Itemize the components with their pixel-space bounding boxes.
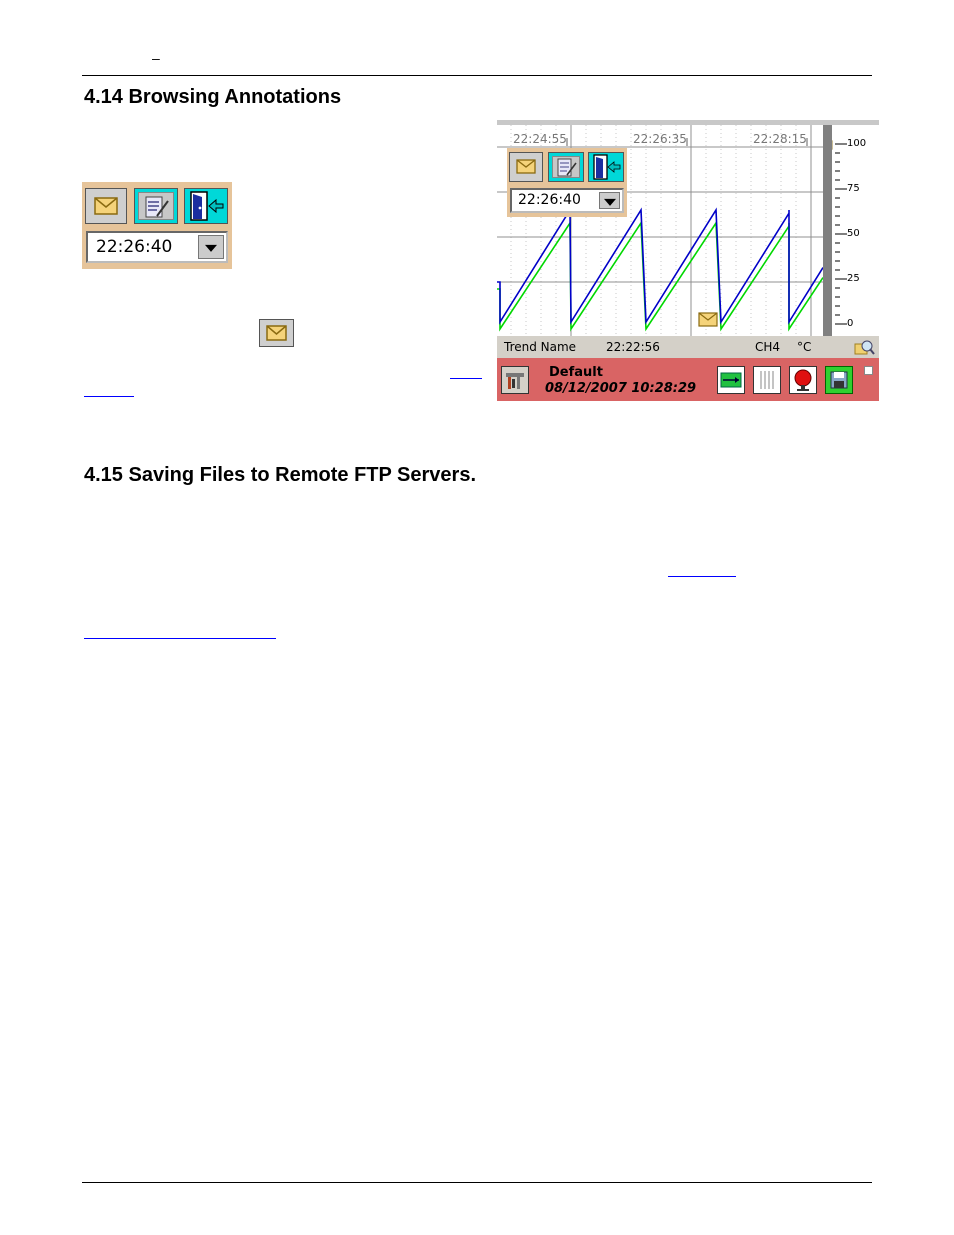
zoom-icon[interactable]	[854, 338, 876, 356]
screen-name: Default	[549, 365, 603, 380]
scale-label: 75	[847, 183, 860, 194]
link-underline[interactable]	[450, 378, 482, 379]
grid-view-icon	[760, 371, 774, 389]
chevron-down-icon[interactable]	[198, 235, 224, 259]
chevron-down-icon[interactable]	[599, 192, 620, 209]
chart-view-button[interactable]	[753, 366, 781, 394]
floppy-disk-icon	[830, 371, 848, 389]
link-underline[interactable]	[84, 396, 134, 397]
process-button[interactable]	[717, 366, 745, 394]
recorder-screen: 22:24:55 22:26:35 22:28:15 100 75 50 25 …	[497, 120, 879, 401]
trend-name-label: Trend Name	[504, 340, 577, 354]
annotation-time-dropdown[interactable]: 22:26:40	[510, 188, 624, 213]
save-button[interactable]	[825, 366, 853, 394]
recorder-annotation-toolbar: 22:26:40	[507, 148, 627, 217]
edit-note-icon	[145, 196, 169, 218]
scale-bar	[823, 125, 832, 336]
trend-status-bar: Trend Name 22:22:56 CH4 °C	[497, 336, 879, 358]
footer-rule	[82, 1182, 872, 1183]
annotation-envelope-button[interactable]	[509, 152, 543, 182]
section-4-14-heading: 4.14 Browsing Annotations	[84, 86, 342, 108]
annotation-time-value: 22:26:40	[96, 237, 173, 257]
tools-button[interactable]	[501, 366, 529, 394]
series-blue	[497, 207, 824, 325]
annotation-time-dropdown[interactable]: 22:26:40	[86, 231, 228, 263]
annotation-marker-icon[interactable]	[698, 312, 718, 327]
time-tick-label: 22:28:15	[753, 132, 807, 146]
scale-label: 100	[847, 138, 867, 149]
annotation-time-value: 22:26:40	[518, 192, 581, 208]
envelope-icon	[516, 159, 536, 174]
section-4-15-heading: 4.15 Saving Files to Remote FTP Servers.	[84, 464, 477, 486]
link-underline[interactable]	[84, 638, 276, 639]
link-underline[interactable]	[668, 576, 736, 577]
header-mark: –	[152, 50, 160, 66]
trend-time-label: 22:22:56	[606, 340, 660, 354]
time-tick-label: 22:26:35	[633, 132, 687, 146]
corner-indicator	[864, 366, 873, 375]
recorder-bottom-bar: Default 08/12/2007 10:28:29	[497, 358, 879, 401]
scale-label: 0	[847, 318, 854, 329]
process-icon	[720, 372, 742, 388]
channel-label: CH4	[755, 340, 781, 354]
exit-door-icon	[593, 154, 621, 180]
time-tick-label: 22:24:55	[513, 132, 567, 146]
annotation-exit-button[interactable]	[184, 188, 228, 224]
scale-label: 25	[847, 273, 860, 284]
header-rule	[82, 75, 872, 76]
inline-envelope-icon	[259, 319, 294, 347]
tools-icon	[506, 373, 524, 389]
scale-label: 50	[847, 228, 860, 239]
screen-datetime: 08/12/2007 10:28:29	[545, 381, 697, 396]
unit-label: °C	[797, 340, 812, 354]
annotation-toolbar: 22:26:40	[82, 182, 232, 269]
annotation-envelope-button[interactable]	[85, 188, 127, 224]
annotation-edit-button[interactable]	[548, 152, 584, 182]
series-green	[497, 220, 824, 332]
alarm-button[interactable]	[789, 366, 817, 394]
annotation-exit-button[interactable]	[588, 152, 624, 182]
alarm-bell-icon	[794, 369, 812, 391]
edit-note-icon	[557, 158, 577, 177]
envelope-icon	[94, 197, 118, 215]
annotation-edit-button[interactable]	[134, 188, 178, 224]
exit-door-icon	[190, 191, 224, 221]
